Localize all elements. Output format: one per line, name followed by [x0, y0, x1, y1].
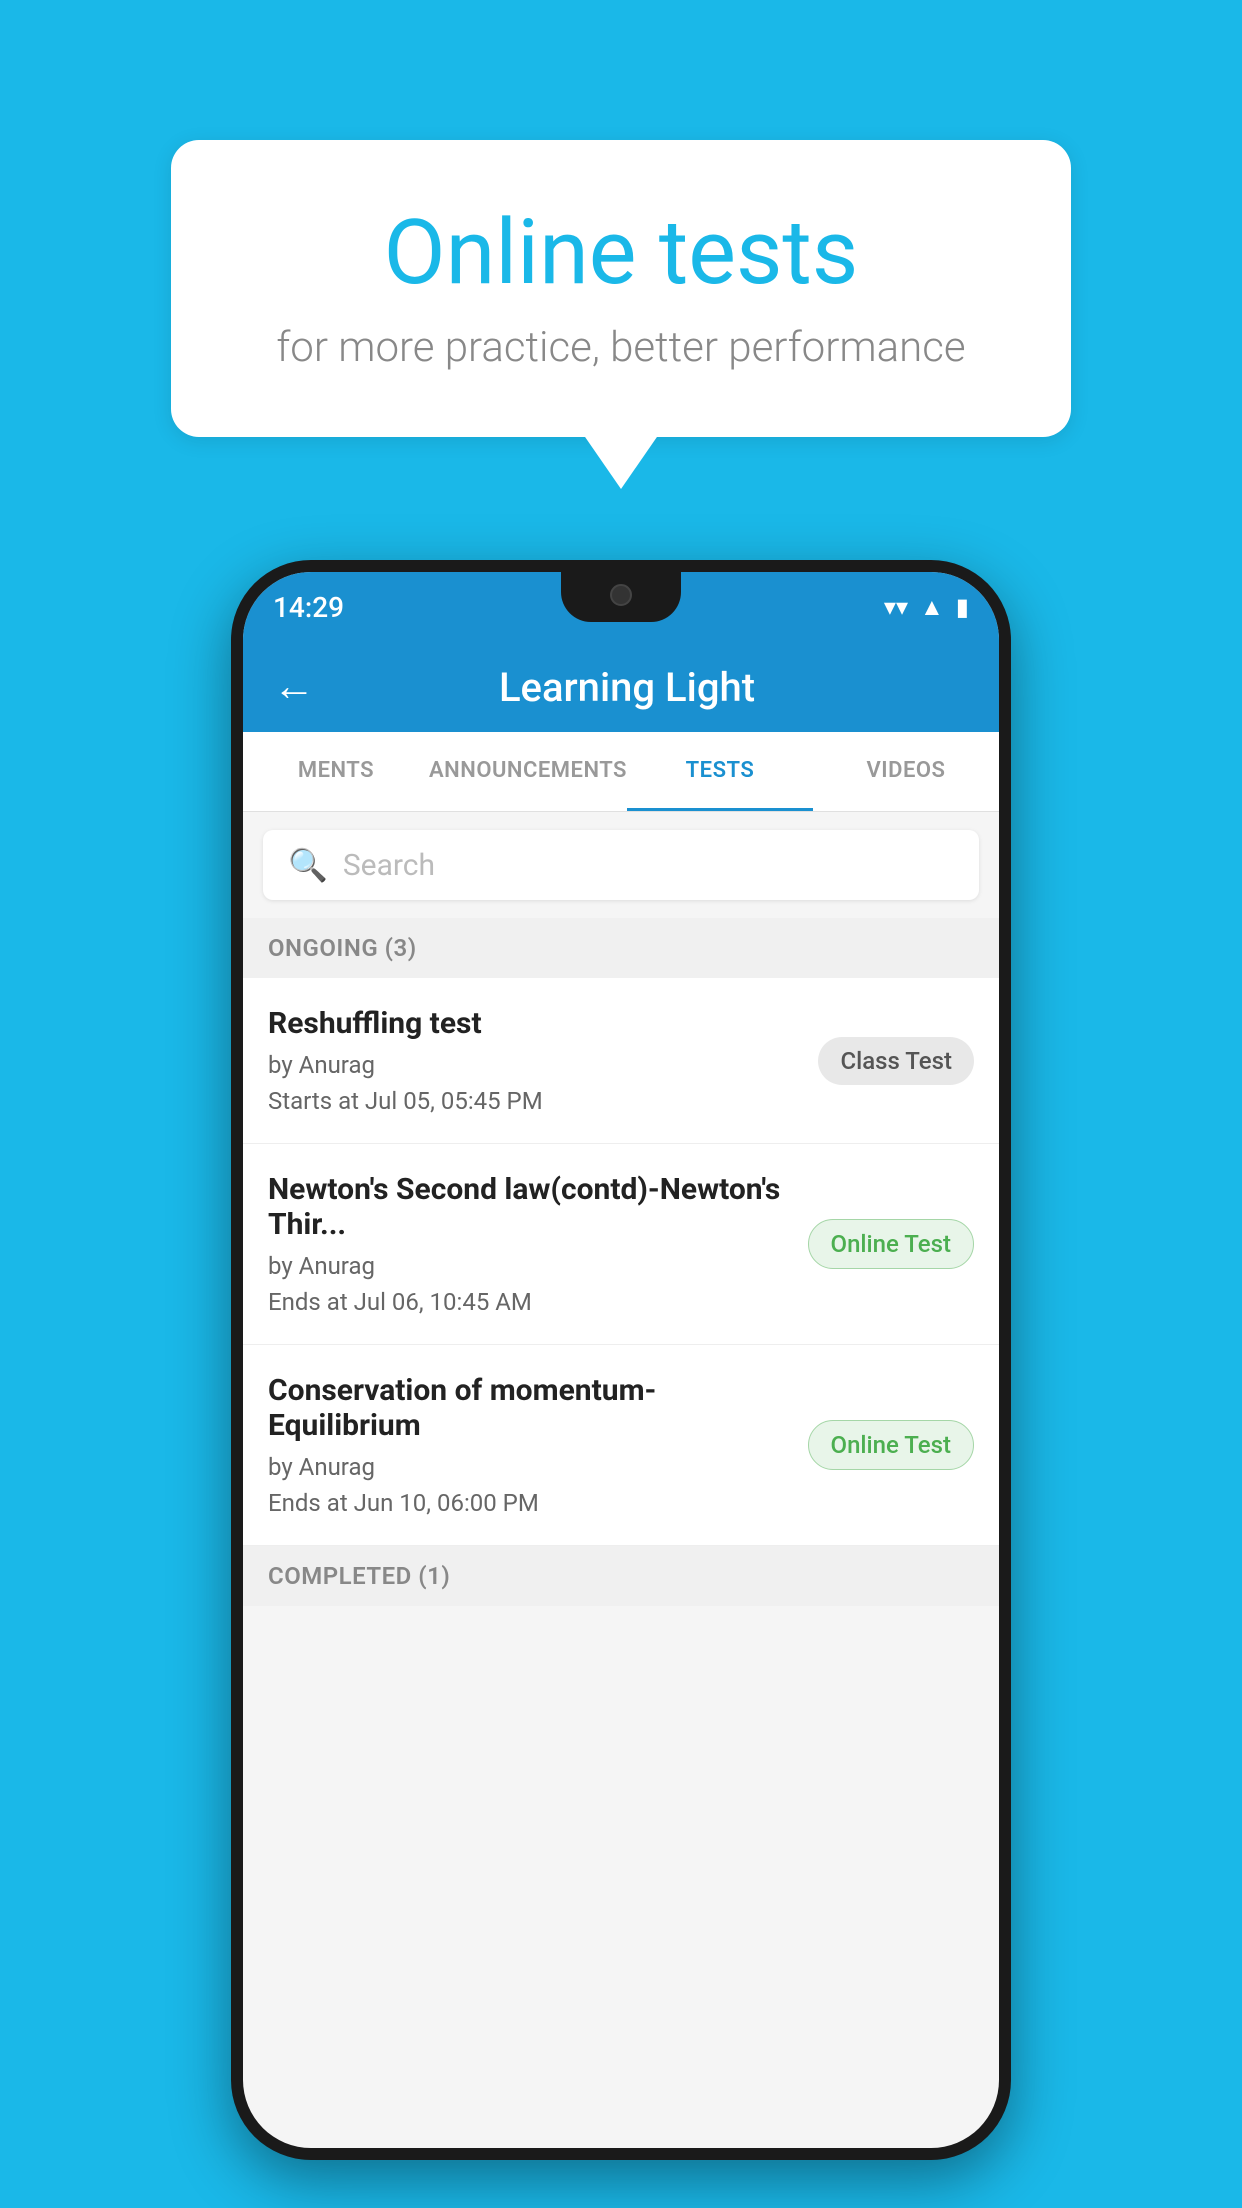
search-container: 🔍 Search: [243, 812, 999, 918]
tab-tests[interactable]: TESTS: [627, 732, 813, 811]
search-placeholder: Search: [343, 848, 435, 883]
speech-bubble: Online tests for more practice, better p…: [171, 140, 1071, 437]
section-ongoing-header: ONGOING (3): [243, 918, 999, 978]
app-title: Learning Light: [335, 664, 919, 711]
phone-container: 14:29 ▾▾ ▲ ▮ ← Learning Light: [231, 560, 1011, 2160]
tab-ments[interactable]: MENTS: [243, 732, 429, 811]
tab-videos[interactable]: VIDEOS: [813, 732, 999, 811]
back-button[interactable]: ←: [273, 666, 315, 708]
phone-screen: 14:29 ▾▾ ▲ ▮ ← Learning Light: [243, 572, 999, 2148]
test-info-3: Conservation of momentum-Equilibrium by …: [268, 1373, 808, 1517]
test-item-2[interactable]: Newton's Second law(contd)-Newton's Thir…: [243, 1144, 999, 1345]
bubble-title: Online tests: [251, 200, 991, 305]
app-bar: ← Learning Light: [243, 642, 999, 732]
test-by-2: by Anurag: [268, 1252, 788, 1280]
search-icon: 🔍: [288, 846, 328, 884]
status-time: 14:29: [273, 591, 344, 624]
section-completed-header: COMPLETED (1): [243, 1546, 999, 1606]
test-badge-1: Class Test: [818, 1037, 974, 1085]
test-badge-2: Online Test: [808, 1219, 974, 1269]
status-icons: ▾▾ ▲ ▮: [884, 593, 969, 622]
test-time-2: Ends at Jul 06, 10:45 AM: [268, 1288, 788, 1316]
phone-outer: 14:29 ▾▾ ▲ ▮ ← Learning Light: [231, 560, 1011, 2160]
test-name-3: Conservation of momentum-Equilibrium: [268, 1373, 788, 1443]
speech-bubble-area: Online tests for more practice, better p…: [171, 140, 1071, 437]
test-info-2: Newton's Second law(contd)-Newton's Thir…: [268, 1172, 808, 1316]
search-bar[interactable]: 🔍 Search: [263, 830, 979, 900]
test-time-1: Starts at Jul 05, 05:45 PM: [268, 1087, 798, 1115]
test-info-1: Reshuffling test by Anurag Starts at Jul…: [268, 1006, 818, 1115]
status-bar: 14:29 ▾▾ ▲ ▮: [243, 572, 999, 642]
test-by-3: by Anurag: [268, 1453, 788, 1481]
tabs-container: MENTS ANNOUNCEMENTS TESTS VIDEOS: [243, 732, 999, 812]
test-name-1: Reshuffling test: [268, 1006, 798, 1041]
test-item-3[interactable]: Conservation of momentum-Equilibrium by …: [243, 1345, 999, 1546]
test-list-ongoing: Reshuffling test by Anurag Starts at Jul…: [243, 978, 999, 1546]
wifi-icon: ▾▾: [884, 593, 908, 621]
battery-icon: ▮: [956, 593, 969, 621]
test-badge-3: Online Test: [808, 1420, 974, 1470]
camera-icon: [610, 584, 632, 606]
bubble-subtitle: for more practice, better performance: [251, 323, 991, 372]
notch: [561, 572, 681, 622]
signal-icon: ▲: [920, 593, 944, 622]
test-item-1[interactable]: Reshuffling test by Anurag Starts at Jul…: [243, 978, 999, 1144]
tab-announcements[interactable]: ANNOUNCEMENTS: [429, 732, 627, 811]
test-name-2: Newton's Second law(contd)-Newton's Thir…: [268, 1172, 788, 1242]
test-by-1: by Anurag: [268, 1051, 798, 1079]
test-time-3: Ends at Jun 10, 06:00 PM: [268, 1489, 788, 1517]
